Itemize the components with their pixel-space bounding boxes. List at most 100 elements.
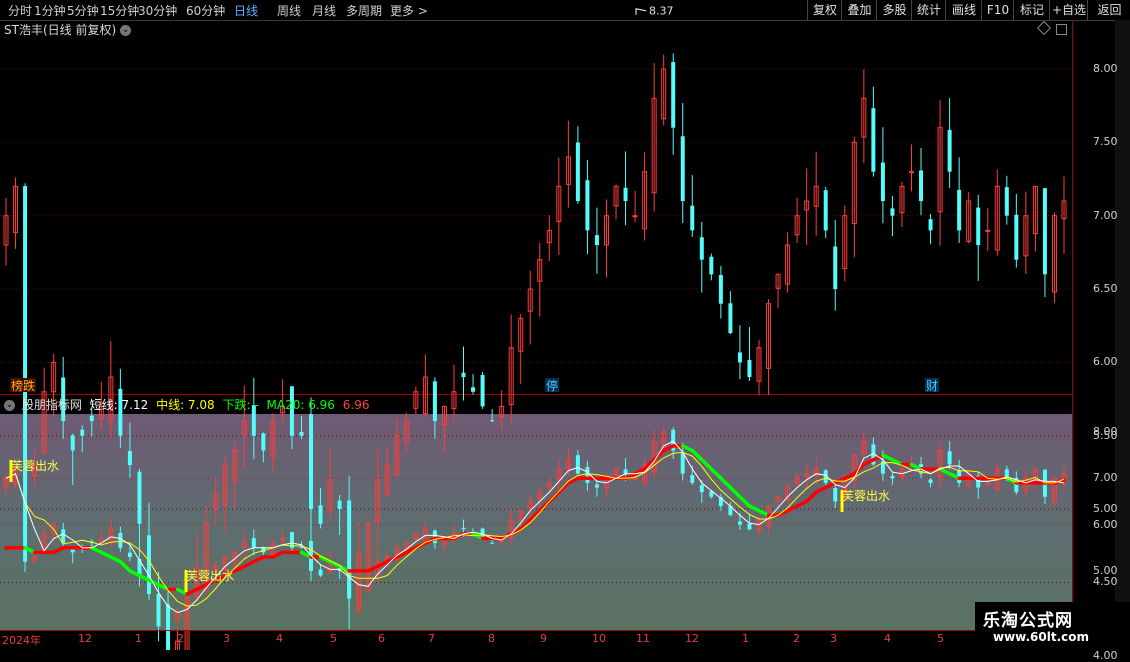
ma20-value2: 6.96 xyxy=(342,398,370,412)
drop-label: 下跌: - xyxy=(222,398,259,412)
watermark-url: www.60lt.com xyxy=(993,630,1090,644)
candle-body xyxy=(480,374,485,407)
x-axis-label: 10 xyxy=(592,632,606,645)
candle-body xyxy=(871,108,876,172)
x-axis-label: 12 xyxy=(685,632,699,645)
x-axis-label: 11 xyxy=(636,632,650,645)
candle-body xyxy=(137,471,142,524)
candle-body xyxy=(833,488,838,502)
candle-body xyxy=(623,187,628,202)
candle-body xyxy=(919,170,924,202)
candle-body xyxy=(251,538,256,548)
price-tick-label: 6.00 xyxy=(1093,355,1118,369)
candle-body xyxy=(127,552,132,558)
x-axis-label: 12 xyxy=(78,632,92,645)
high-price-label: 8.37 xyxy=(649,5,674,18)
x-axis: 2024年 12 1 2 3 4 5 6 7 8 9 10 11 12 1 2 3 4 5 xyxy=(0,630,1072,647)
indicator-header: ⌄ 股朋指标网 短线: 7.12 中线: 7.08 下跌: - MA20: 6.… xyxy=(4,396,369,413)
price-tick-label: 6.50 xyxy=(1093,282,1118,296)
high-pointer xyxy=(635,8,647,15)
event-marker: 停 xyxy=(546,378,558,393)
x-axis-label: 2024年 xyxy=(2,634,41,647)
candle-body xyxy=(585,467,590,483)
candle-body xyxy=(89,415,94,422)
candle-body xyxy=(699,485,704,493)
candle-body xyxy=(337,500,342,510)
x-axis-label: 2 xyxy=(177,632,184,645)
x-axis-label: 6 xyxy=(378,632,385,645)
candle-body xyxy=(880,162,885,202)
candle-body xyxy=(318,569,323,576)
candle-body xyxy=(632,215,638,218)
candle-body xyxy=(747,360,752,378)
candle-body xyxy=(671,62,676,128)
candle-body xyxy=(985,482,991,485)
candle-body xyxy=(680,136,685,202)
watermark-title: 乐淘公式网 xyxy=(983,611,1073,631)
ma20-segment xyxy=(557,481,571,494)
indicator-tick-label: 6.00 xyxy=(1093,517,1118,531)
x-axis-label: 2 xyxy=(793,632,800,645)
candle-body xyxy=(575,455,580,474)
candle-body xyxy=(127,450,132,466)
candle-body xyxy=(1014,214,1019,260)
indicator-tick-label: 8.00 xyxy=(1093,425,1118,438)
price-tick-label: 7.00 xyxy=(1093,208,1118,222)
candle-body xyxy=(728,303,733,334)
candle-body xyxy=(718,275,723,304)
indicator-name: 股朋指标网 xyxy=(21,398,82,412)
candle-body xyxy=(690,475,695,483)
ma20-label: MA20: 6.96 xyxy=(266,398,335,412)
price-tick-label: 8.00 xyxy=(1093,62,1118,75)
ma20-segment xyxy=(690,448,704,462)
candle-body xyxy=(928,479,933,483)
ma20-segment xyxy=(528,508,542,522)
short-line-label: 短线: 7.12 xyxy=(89,398,149,412)
candle-body xyxy=(1004,187,1009,216)
candle-body xyxy=(432,381,437,422)
ma20-segment xyxy=(738,495,752,508)
candle-body xyxy=(585,180,590,231)
candle-body xyxy=(737,352,742,363)
candle-body xyxy=(737,521,742,525)
candle-body xyxy=(461,527,466,530)
candle-body xyxy=(833,246,838,290)
candle-body xyxy=(947,129,952,172)
candle-body xyxy=(299,431,304,436)
ma20-segment xyxy=(804,490,818,504)
x-axis-label: 5 xyxy=(937,632,944,645)
x-axis-label: 3 xyxy=(830,632,837,645)
candle-body xyxy=(318,505,323,524)
candle-body xyxy=(908,171,914,174)
indicator-menu-icon[interactable]: ⌄ xyxy=(4,400,15,411)
x-axis-label: 1 xyxy=(742,632,749,645)
mid-line xyxy=(5,451,1065,607)
candle-body xyxy=(156,597,161,608)
candle-body xyxy=(23,186,28,480)
candle-body xyxy=(957,189,962,231)
indicator-tick-label: 7.00 xyxy=(1093,471,1118,485)
x-axis-label: 4 xyxy=(884,632,891,645)
price-tick-label: 4.50 xyxy=(1093,575,1118,589)
x-axis-label: 4 xyxy=(276,632,283,645)
candle-body xyxy=(575,142,580,202)
x-axis-label: 1 xyxy=(135,632,142,645)
candle-body xyxy=(632,477,638,480)
signal-label: 芙蓉出水 xyxy=(186,569,234,583)
x-axis-label: 3 xyxy=(223,632,230,645)
price-tick-label: 7.50 xyxy=(1093,135,1118,149)
right-side-strip xyxy=(1115,20,1130,650)
candle-body xyxy=(699,237,704,260)
candle-body xyxy=(947,451,952,465)
candle-body xyxy=(461,372,466,378)
candle-body xyxy=(928,219,933,231)
chart-canvas[interactable]: 8.373.79榜跌停财芙蓉出水芙蓉出水芙蓉出水 xyxy=(0,0,1130,650)
ma20-segment xyxy=(719,476,733,490)
mid-line-label: 中线: 7.08 xyxy=(156,398,215,412)
candle-body xyxy=(490,542,495,544)
candle-body xyxy=(890,208,895,216)
ma20-segment xyxy=(118,559,132,573)
x-axis-label: 5 xyxy=(330,632,337,645)
candle-body xyxy=(80,429,85,436)
candle-body xyxy=(347,568,352,599)
